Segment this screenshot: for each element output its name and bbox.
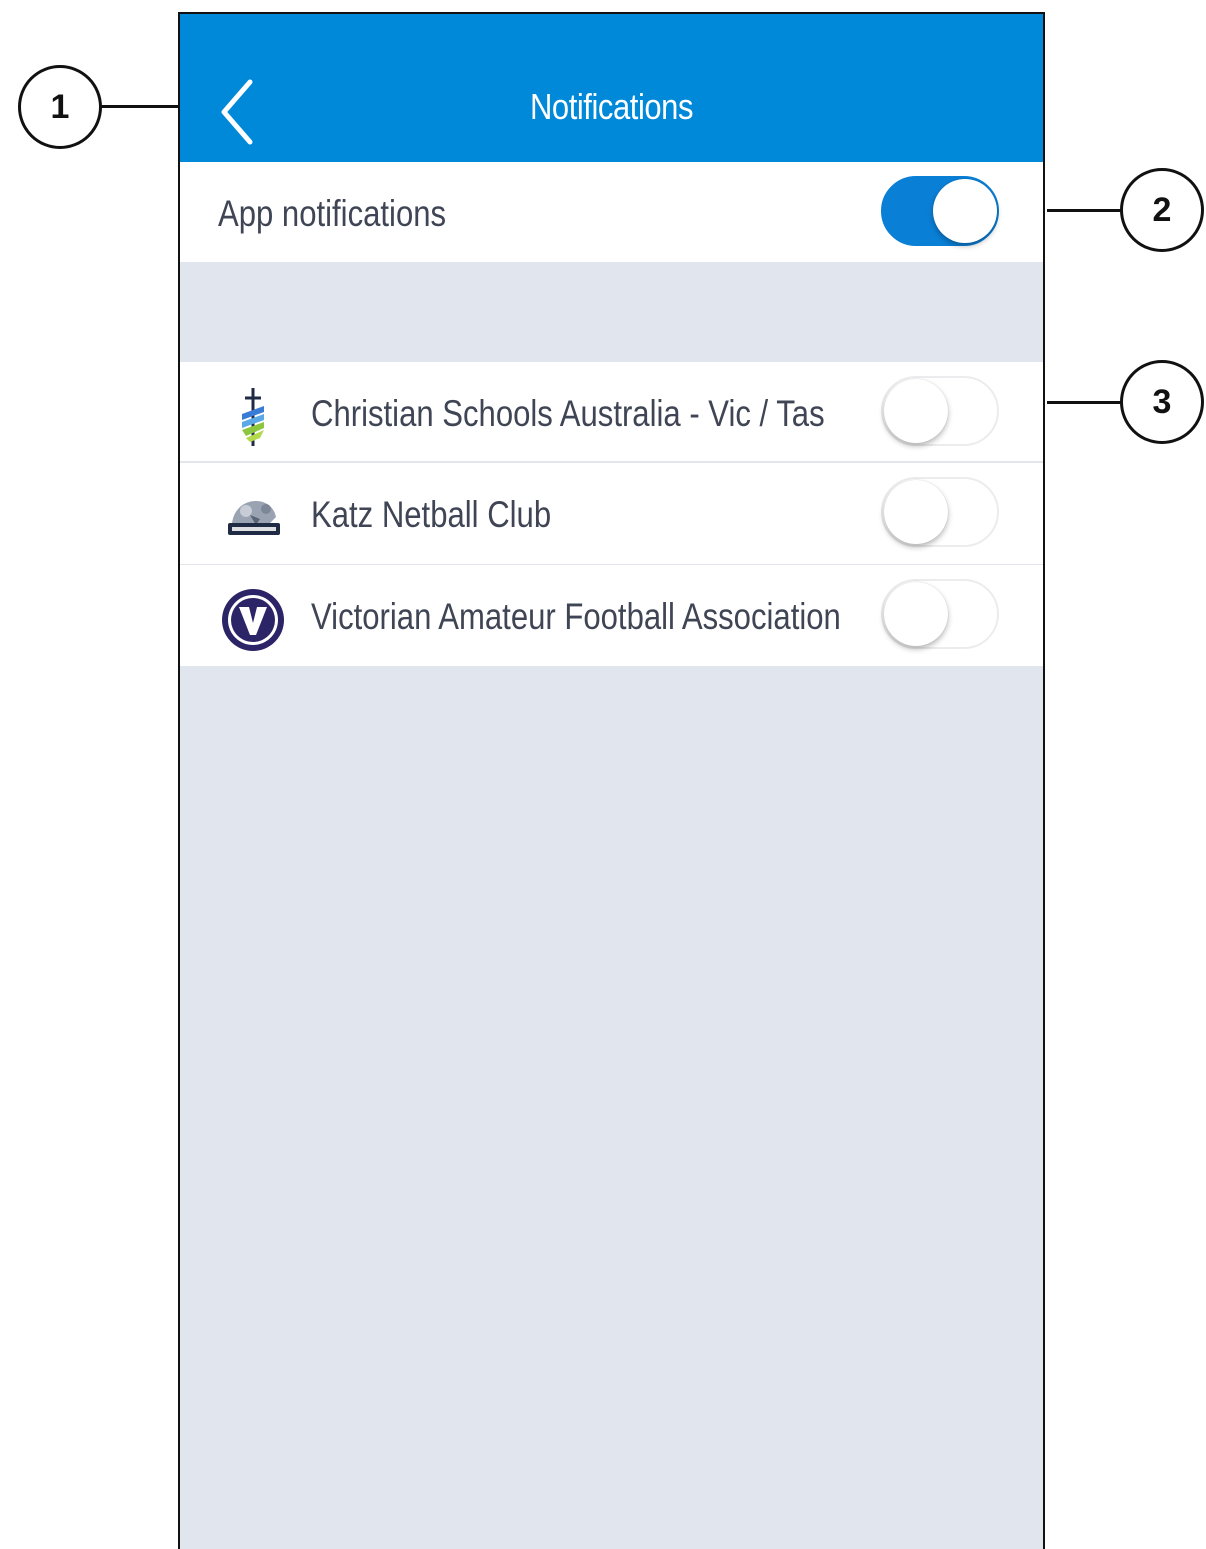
organisation-toggle[interactable] bbox=[881, 376, 999, 446]
organisation-toggle[interactable] bbox=[881, 477, 999, 547]
navigation-bar: Notifications bbox=[180, 14, 1043, 162]
app-notifications-label: App notifications bbox=[218, 193, 447, 234]
app-notifications-row: App notifications bbox=[180, 162, 1043, 262]
toggle-knob bbox=[933, 179, 997, 243]
callout-3: 3 bbox=[1120, 360, 1204, 444]
list-item: Christian Schools Australia - Vic / Tas bbox=[180, 362, 1043, 462]
katz-netball-logo-icon bbox=[228, 501, 280, 535]
callout-line-3 bbox=[1047, 401, 1123, 404]
organisation-toggle[interactable] bbox=[881, 579, 999, 649]
annotated-screenshot: Notifications App notifications Christia… bbox=[0, 0, 1206, 1549]
callout-line-1 bbox=[100, 105, 180, 108]
organisation-name: Christian Schools Australia - Vic / Tas bbox=[311, 393, 825, 434]
vafa-v-logo-icon bbox=[222, 589, 284, 651]
list-item: Katz Netball Club bbox=[180, 463, 1043, 565]
organisation-name: Victorian Amateur Football Association bbox=[311, 596, 841, 637]
phone-screen: Notifications App notifications Christia… bbox=[178, 12, 1045, 1549]
callout-2: 2 bbox=[1120, 168, 1204, 252]
organisation-name: Katz Netball Club bbox=[311, 494, 552, 535]
page-title: Notifications bbox=[529, 86, 694, 127]
toggle-knob bbox=[884, 480, 948, 544]
list-item: Victorian Amateur Football Association bbox=[180, 565, 1043, 666]
toggle-knob bbox=[884, 379, 948, 443]
app-notifications-toggle[interactable] bbox=[881, 176, 999, 246]
callout-1: 1 bbox=[18, 65, 102, 149]
csa-cross-logo-icon bbox=[242, 388, 264, 446]
callout-line-2 bbox=[1047, 209, 1123, 212]
toggle-knob bbox=[884, 582, 948, 646]
